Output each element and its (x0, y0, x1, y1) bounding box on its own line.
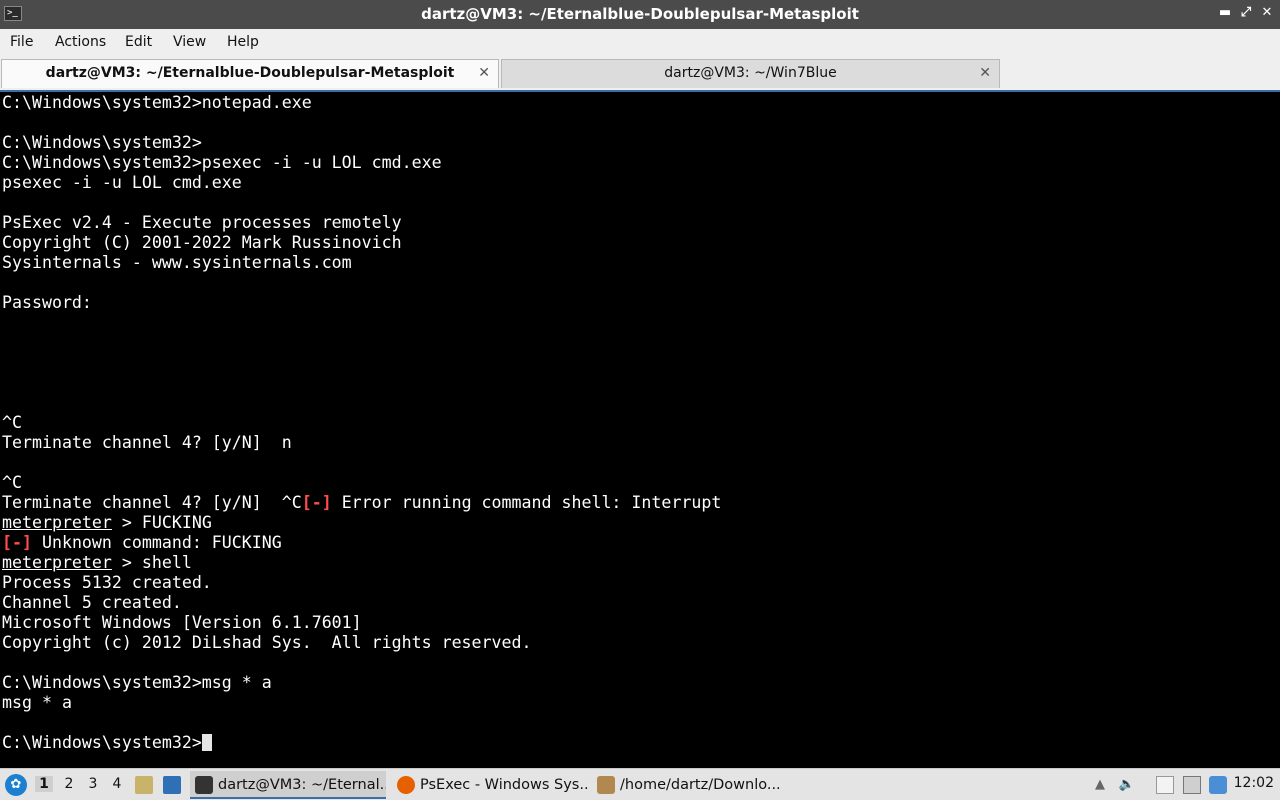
terminal-line: meterpreter > shell (2, 553, 192, 573)
terminal-line: [-] Unknown command: FUCKING (2, 533, 282, 553)
terminal-line: meterpreter > FUCKING (2, 513, 212, 533)
terminal-line: Microsoft Windows [Version 6.1.7601] (2, 613, 362, 633)
terminal-text: PsExec v2.4 - Execute processes remotely (2, 213, 402, 232)
network-icon[interactable] (1183, 776, 1201, 794)
tab-win7blue[interactable]: dartz@VM3: ~/Win7Blue ✕ (501, 59, 1000, 88)
volume-icon[interactable]: 🔈 (1118, 776, 1136, 794)
terminal-text: Process 5132 created. (2, 573, 212, 592)
terminal-text: msg * a (2, 693, 72, 712)
terminal-text: Unknown command: FUCKING (31, 533, 282, 552)
close-tab-icon[interactable]: ✕ (979, 60, 991, 87)
menu-file[interactable]: File (10, 34, 33, 50)
terminal-text: > shell (111, 553, 192, 572)
terminal-line: psexec -i -u LOL cmd.exe (2, 173, 242, 193)
close-window-button[interactable]: ✕ (1258, 4, 1276, 22)
terminal-text: psexec -i -u LOL cmd.exe (2, 173, 242, 192)
tab-label: dartz@VM3: ~/Eternalblue-Doublepulsar-Me… (45, 65, 455, 81)
terminal-text: Password: (2, 293, 92, 312)
task-label: dartz@VM3: ~/Eternal... (218, 777, 386, 793)
task-label: PsExec - Windows Sys... (420, 777, 588, 793)
text-cursor (201, 734, 212, 751)
terminal-text: C:\Windows\system32>psexec -i -u LOL cmd… (2, 153, 442, 172)
task-terminal[interactable]: dartz@VM3: ~/Eternal... (190, 771, 386, 799)
terminal-text: Terminate channel 4? [y/N] n (2, 433, 292, 452)
close-tab-icon[interactable]: ✕ (478, 60, 490, 87)
menu-help[interactable]: Help (227, 34, 259, 50)
archive-icon (597, 776, 615, 794)
menu-view[interactable]: View (173, 34, 206, 50)
maximize-button[interactable]: ⤢ (1237, 4, 1255, 22)
error-marker: [-] (2, 533, 32, 552)
terminal-line: Process 5132 created. (2, 573, 212, 593)
terminal-line: C:\Windows\system32>notepad.exe (2, 93, 312, 113)
window-title: dartz@VM3: ~/Eternalblue-Doublepulsar-Me… (421, 5, 859, 23)
workspace-1[interactable]: 1 (35, 776, 53, 792)
terminal-text: C:\Windows\system32> (2, 733, 202, 752)
clock: 12:02 (1233, 775, 1274, 791)
tab-bar: dartz@VM3: ~/Eternalblue-Doublepulsar-Me… (0, 57, 1280, 90)
terminal-line: msg * a (2, 693, 72, 713)
window-titlebar: >_ dartz@VM3: ~/Eternalblue-Doublepulsar… (0, 0, 1280, 29)
terminal-line: Channel 5 created. (2, 593, 182, 613)
menu-edit[interactable]: Edit (125, 34, 152, 50)
terminal-line: C:\Windows\system32>msg * a (2, 673, 272, 693)
terminal-line: ^C (2, 413, 22, 433)
terminal-line: C:\Windows\system32> (2, 133, 202, 153)
terminal-line: Terminate channel 4? [y/N] n (2, 433, 292, 453)
taskbar: ✿ 1 2 3 4 dartz@VM3: ~/Eternal... PsExec… (0, 768, 1280, 800)
terminal-text: ^C (2, 473, 22, 492)
terminal-text: ^C (2, 413, 22, 432)
error-marker: [-] (301, 493, 332, 512)
show-desktop-icon[interactable] (163, 776, 181, 794)
terminal-line: PsExec v2.4 - Execute processes remotely (2, 213, 402, 233)
meterpreter-prompt: meterpreter (2, 513, 112, 532)
task-firefox[interactable]: PsExec - Windows Sys... (392, 771, 588, 799)
terminal-text: Sysinternals - www.sysinternals.com (2, 253, 352, 272)
workspace-2[interactable]: 2 (60, 776, 78, 792)
terminal-text: Copyright (c) 2012 DiLshad Sys. All righ… (2, 633, 532, 652)
terminal-text: > FUCKING (111, 513, 212, 532)
terminal-text: C:\Windows\system32>notepad.exe (2, 93, 312, 112)
meterpreter-prompt: meterpreter (2, 553, 112, 572)
terminal-text: Terminate channel 4? [y/N] ^C (2, 493, 302, 512)
menu-actions[interactable]: Actions (55, 34, 106, 50)
terminal-text: C:\Windows\system32>msg * a (2, 673, 272, 692)
terminal-text: Microsoft Windows [Version 6.1.7601] (2, 613, 362, 632)
task-archive[interactable]: /home/dartz/Downlo... (592, 771, 788, 799)
workspace-3[interactable]: 3 (84, 776, 102, 792)
tab-label: dartz@VM3: ~/Win7Blue (664, 65, 837, 81)
terminal-line: Password: (2, 293, 92, 313)
updates-icon[interactable] (1209, 776, 1227, 794)
terminal-line: Copyright (C) 2001-2022 Mark Russinovich (2, 233, 402, 253)
firefox-icon (397, 776, 415, 794)
terminal-line: Sysinternals - www.sysinternals.com (2, 253, 352, 273)
terminal-line: C:\Windows\system32>psexec -i -u LOL cmd… (2, 153, 442, 173)
terminal-line: C:\Windows\system32> (2, 733, 212, 753)
tray-expand-icon[interactable]: ▲ (1091, 776, 1109, 794)
terminal-output[interactable]: C:\Windows\system32>notepad.exe C:\Window… (0, 90, 1280, 767)
task-label: /home/dartz/Downlo... (620, 777, 781, 793)
workspace-4[interactable]: 4 (108, 776, 126, 792)
terminal-text: Copyright (C) 2001-2022 Mark Russinovich (2, 233, 402, 252)
terminal-line: Terminate channel 4? [y/N] ^C[-] Error r… (2, 493, 721, 513)
clipboard-icon[interactable] (1156, 776, 1174, 794)
terminal-text: Error running command shell: Interrupt (331, 493, 722, 512)
terminal-line: ^C (2, 473, 22, 493)
tab-eternalblue[interactable]: dartz@VM3: ~/Eternalblue-Doublepulsar-Me… (1, 59, 499, 88)
terminal-text: C:\Windows\system32> (2, 133, 202, 152)
menu-bar: File Actions Edit View Help (0, 29, 1280, 57)
terminal-line: Copyright (c) 2012 DiLshad Sys. All righ… (2, 633, 532, 653)
file-manager-icon[interactable] (135, 776, 153, 794)
terminal-icon (195, 776, 213, 794)
minimize-button[interactable]: ▬ (1216, 4, 1234, 22)
start-menu-icon[interactable]: ✿ (5, 774, 27, 796)
terminal-text: Channel 5 created. (2, 593, 182, 612)
